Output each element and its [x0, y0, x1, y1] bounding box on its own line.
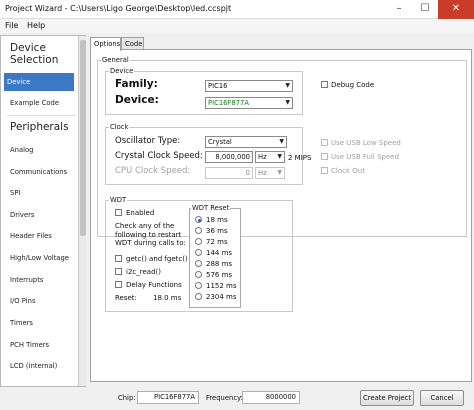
crystal-unit-value: Hz [258, 153, 267, 161]
chevron-down-icon: ▼ [277, 169, 282, 176]
cpu-speed-label: CPU Clock Speed: [115, 166, 191, 176]
sidebar-item-header-files[interactable]: Header Files [7, 227, 77, 245]
wdt-reset-value: 18.0 ms [153, 294, 182, 302]
mips-readout: 2 MIPS [288, 154, 312, 162]
wdt-reset-option: 576 ms [206, 271, 233, 279]
wdt-reset-radio-2304ms[interactable] [195, 293, 202, 300]
oscillator-type-value: Crystal [208, 138, 232, 146]
clock-out-checkbox[interactable] [321, 167, 328, 174]
family-value: PIC16 [208, 82, 228, 90]
wdt-reset-radio-144ms[interactable] [195, 249, 202, 256]
device-legend: Device [109, 67, 135, 75]
menu-bar: File Help [0, 19, 474, 33]
oscillator-type-label: Oscillator Type: [115, 136, 181, 146]
family-label: Family: [115, 78, 158, 90]
window-title: Project Wizard - C:\Users\Ligo George\De… [5, 4, 232, 13]
i2c-read-checkbox[interactable] [115, 268, 122, 275]
close-icon[interactable]: ✕ [438, 0, 474, 19]
wdt-reset-radio-72ms[interactable] [195, 238, 202, 245]
create-project-button[interactable]: Create Project [360, 390, 414, 406]
wdt-reset-option: 2304 ms [206, 293, 237, 301]
sidebar-item-io-pins[interactable]: I/O Pins [7, 292, 77, 310]
chip-value: PIC16F877A [137, 391, 199, 404]
cancel-button[interactable]: Cancel [420, 390, 464, 406]
sidebar-header-device-selection: Device Selection [10, 42, 59, 66]
sidebar-item-timers[interactable]: Timers [7, 314, 77, 332]
frequency-value: 8000000 [242, 391, 300, 404]
sidebar-item-communications[interactable]: Communications [7, 163, 77, 181]
oscillator-type-select[interactable]: Crystal ▼ [205, 136, 287, 148]
wdt-reset-radio-576ms[interactable] [195, 271, 202, 278]
delay-functions-label: Delay Functions [126, 281, 182, 289]
status-bar: Chip: PIC16F877A Frequency: 8000000 Crea… [90, 388, 472, 408]
sidebar: Device Selection Device Example Code Per… [0, 35, 86, 387]
sidebar-item-lcd-internal[interactable]: LCD (internal) [7, 357, 77, 375]
sidebar-item-high-low-voltage[interactable]: High/Low Voltage [7, 249, 77, 267]
delay-functions-checkbox[interactable] [115, 281, 122, 288]
family-select[interactable]: PIC16 ▼ [205, 80, 293, 92]
wdt-reset-option: 18 ms [206, 216, 228, 224]
debug-code-label: Debug Code [331, 81, 375, 89]
device-select[interactable]: PIC16F877A ▼ [205, 97, 293, 109]
tab-options[interactable]: Options [90, 37, 121, 51]
wdt-reset-legend: WDT Reset [191, 204, 231, 212]
wdt-reset-option: 1152 ms [206, 282, 237, 290]
wdt-reset-option: 144 ms [206, 249, 233, 257]
sidebar-item-example-code[interactable]: Example Code [7, 94, 77, 112]
wdt-reset-option: 288 ms [206, 260, 233, 268]
maximize-icon[interactable]: ☐ [412, 0, 438, 19]
wdt-reset-radio-18ms[interactable] [195, 216, 202, 223]
crystal-unit-select[interactable]: Hz ▼ [255, 151, 285, 163]
sidebar-item-device[interactable]: Device [4, 73, 74, 91]
sidebar-item-spi[interactable]: SPI [7, 184, 77, 202]
menu-file[interactable]: File [5, 21, 18, 30]
sidebar-item-analog[interactable]: Analog [7, 141, 77, 159]
sidebar-scrollbar[interactable] [78, 36, 86, 386]
getc-checkbox[interactable] [115, 255, 122, 262]
general-legend: General [101, 56, 130, 64]
usb-full-speed-checkbox[interactable] [321, 153, 328, 160]
wdt-restart-note: Check any of the following to restart WD… [115, 222, 186, 247]
chevron-down-icon: ▼ [279, 138, 284, 145]
cpu-unit-value: Hz [258, 169, 267, 177]
clock-legend: Clock [109, 123, 130, 131]
sidebar-item-interrupts[interactable]: Interrupts [7, 271, 77, 289]
chevron-down-icon: ▼ [285, 99, 290, 106]
sidebar-header-peripherals: Peripherals [10, 121, 69, 133]
menu-help[interactable]: Help [27, 21, 45, 30]
title-bar: Project Wizard - C:\Users\Ligo George\De… [0, 0, 474, 19]
wdt-reset-option: 36 ms [206, 227, 228, 235]
wdt-reset-radio-1152ms[interactable] [195, 282, 202, 289]
sidebar-divider [7, 115, 75, 116]
wdt-reset-radio-36ms[interactable] [195, 227, 202, 234]
wdt-legend: WDT [109, 196, 128, 204]
getc-label: getc() and fgetc() [126, 255, 188, 263]
frequency-label: Frequency: [206, 394, 243, 402]
i2c-read-label: i2c_read() [126, 268, 161, 276]
device-value: PIC16F877A [208, 99, 250, 107]
wdt-enabled-label: Enabled [126, 209, 155, 217]
wdt-reset-label: Reset: [115, 294, 137, 302]
chip-label: Chip: [118, 394, 136, 402]
minimize-icon[interactable]: – [386, 0, 412, 19]
usb-low-speed-checkbox[interactable] [321, 139, 328, 146]
clock-out-label: Clock Out [331, 167, 365, 175]
chevron-down-icon: ▼ [277, 153, 282, 160]
wdt-reset-radio-288ms[interactable] [195, 260, 202, 267]
usb-low-speed-label: Use USB Low Speed [331, 139, 401, 147]
device-label: Device: [115, 94, 159, 106]
cpu-unit-select[interactable]: Hz ▼ [255, 167, 285, 179]
cpu-speed-input[interactable]: 0 [205, 167, 253, 179]
wdt-enabled-checkbox[interactable] [115, 209, 122, 216]
crystal-speed-input[interactable]: 8,000,000 [205, 151, 253, 163]
wdt-reset-option: 72 ms [206, 238, 228, 246]
sidebar-item-pch-timers[interactable]: PCH Timers [7, 336, 77, 354]
chevron-down-icon: ▼ [285, 82, 290, 89]
sidebar-scrollbar-thumb[interactable] [80, 40, 86, 236]
sidebar-item-drivers[interactable]: Drivers [7, 206, 77, 224]
crystal-speed-label: Crystal Clock Speed: [115, 151, 203, 161]
usb-full-speed-label: Use USB Full Speed [331, 153, 400, 161]
options-panel: General Device Family: PIC16 ▼ Device: P… [90, 49, 472, 382]
debug-code-checkbox[interactable] [321, 81, 328, 88]
